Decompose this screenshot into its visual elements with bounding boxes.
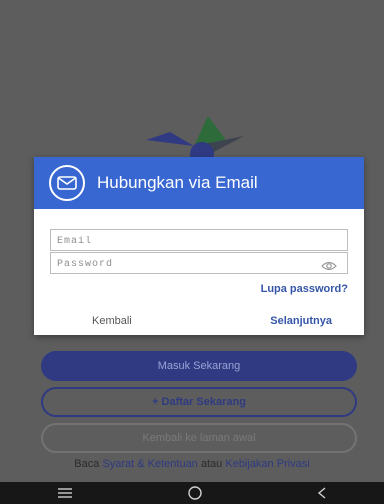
dialog-header: Hubungkan via Email bbox=[34, 157, 364, 209]
dialog-back-button[interactable]: Kembali bbox=[92, 315, 132, 327]
register-button[interactable]: + Daftar Sekarang bbox=[41, 387, 357, 417]
menu-icon[interactable] bbox=[56, 487, 74, 499]
dialog-title: Hubungkan via Email bbox=[97, 173, 258, 192]
forgot-password-link[interactable]: Lupa password? bbox=[261, 283, 348, 295]
system-navbar bbox=[0, 482, 384, 504]
back-to-home-button[interactable]: Kembali ke laman awal bbox=[41, 423, 357, 453]
login-button[interactable]: Masuk Sekarang bbox=[41, 351, 357, 381]
terms-link[interactable]: Syarat & Ketentuan bbox=[102, 458, 197, 470]
register-button-label: + Daftar Sekarang bbox=[152, 396, 246, 408]
back-to-home-label: Kembali ke laman awal bbox=[142, 432, 256, 444]
eye-icon[interactable] bbox=[321, 258, 337, 276]
password-input[interactable] bbox=[51, 254, 317, 275]
terms-middle: atau bbox=[200, 458, 223, 470]
password-field[interactable] bbox=[50, 252, 348, 276]
app-screen: Masuk Sekarang + Daftar Sekarang Kembali… bbox=[0, 0, 384, 504]
terms-text: Baca Syarat & Ketentuan atau Kebijakan P… bbox=[0, 458, 384, 470]
email-field[interactable] bbox=[50, 229, 348, 252]
privacy-link[interactable]: Kebijakan Privasi bbox=[225, 458, 309, 470]
home-icon[interactable] bbox=[187, 485, 203, 501]
mail-icon bbox=[49, 165, 85, 201]
terms-prefix: Baca bbox=[74, 458, 100, 470]
email-connect-dialog: Hubungkan via Email Lupa password? Kemba… bbox=[34, 157, 364, 335]
login-button-label: Masuk Sekarang bbox=[157, 360, 241, 372]
back-icon[interactable] bbox=[316, 486, 328, 500]
dialog-next-button[interactable]: Selanjutnya bbox=[270, 315, 332, 327]
email-input[interactable] bbox=[51, 231, 317, 252]
